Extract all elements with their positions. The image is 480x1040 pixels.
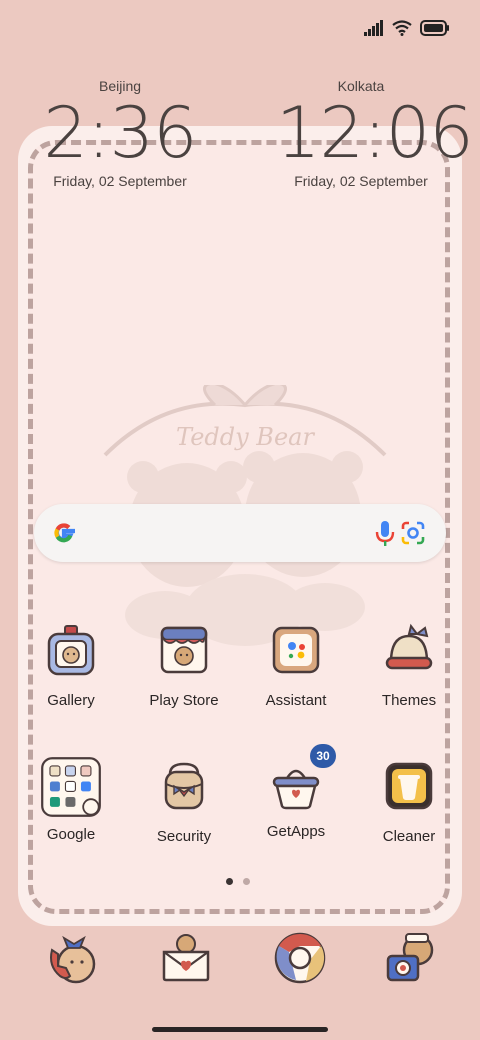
home-screen: Teddy Bear Beijing 2:36 Friday, 02 Septe… bbox=[0, 0, 480, 1040]
clock-date: Friday, 02 September bbox=[294, 173, 428, 189]
page-indicator[interactable] bbox=[226, 878, 250, 885]
clock-widget-kolkata[interactable]: Kolkata 12:06 Friday, 02 September bbox=[276, 76, 474, 192]
security-icon bbox=[164, 762, 204, 810]
google-logo-icon bbox=[54, 523, 75, 543]
camera-icon[interactable] bbox=[384, 930, 440, 986]
google-lens-icon[interactable] bbox=[400, 520, 426, 546]
app-security[interactable]: Security bbox=[129, 758, 239, 847]
chrome-icon[interactable] bbox=[272, 930, 328, 986]
microphone-icon[interactable] bbox=[374, 520, 396, 548]
page-dot-active[interactable] bbox=[226, 878, 233, 885]
app-label: Cleaner bbox=[382, 828, 436, 845]
app-gallery[interactable]: Gallery bbox=[16, 622, 126, 711]
google-search-bar[interactable] bbox=[34, 504, 446, 562]
play-store-icon bbox=[160, 626, 208, 674]
app-label: Security bbox=[156, 828, 212, 845]
app-cleaner[interactable]: Cleaner bbox=[354, 758, 464, 847]
getapps-icon-wrapper: 30 bbox=[268, 744, 336, 814]
gallery-icon bbox=[47, 625, 95, 676]
notification-badge: 30 bbox=[310, 744, 336, 768]
app-label: Assistant bbox=[265, 692, 327, 709]
home-gesture-bar[interactable] bbox=[152, 1027, 328, 1032]
google-folder-icon bbox=[41, 757, 101, 817]
signal-icon bbox=[364, 20, 383, 36]
app-google-folder[interactable]: Google bbox=[16, 756, 126, 845]
phone-icon[interactable] bbox=[44, 930, 100, 986]
clock-time: 12:06 bbox=[276, 92, 474, 174]
app-assistant[interactable]: Assistant bbox=[241, 622, 351, 711]
battery-icon bbox=[420, 20, 449, 36]
app-themes[interactable]: Themes bbox=[354, 622, 464, 711]
clock-date: Friday, 02 September bbox=[53, 173, 187, 189]
app-getapps[interactable]: 30 GetApps bbox=[241, 744, 351, 842]
app-label: GetApps bbox=[266, 823, 326, 840]
page-dot-inactive[interactable] bbox=[243, 878, 250, 885]
app-label: Themes bbox=[381, 692, 437, 709]
wifi-icon bbox=[392, 20, 412, 36]
themes-icon bbox=[385, 623, 433, 670]
messages-icon[interactable] bbox=[158, 930, 214, 986]
app-label: Play Store bbox=[149, 692, 219, 709]
assistant-icon bbox=[272, 626, 320, 674]
clock-time: 2:36 bbox=[43, 92, 197, 174]
status-bar bbox=[364, 16, 450, 40]
cleaner-icon bbox=[385, 762, 433, 810]
wallpaper-title: Teddy Bear bbox=[176, 423, 314, 451]
clock-widget-beijing[interactable]: Beijing 2:36 Friday, 02 September bbox=[40, 76, 200, 192]
app-label: Google bbox=[46, 826, 96, 843]
app-label: Gallery bbox=[47, 692, 95, 709]
app-play-store[interactable]: Play Store bbox=[129, 622, 239, 711]
